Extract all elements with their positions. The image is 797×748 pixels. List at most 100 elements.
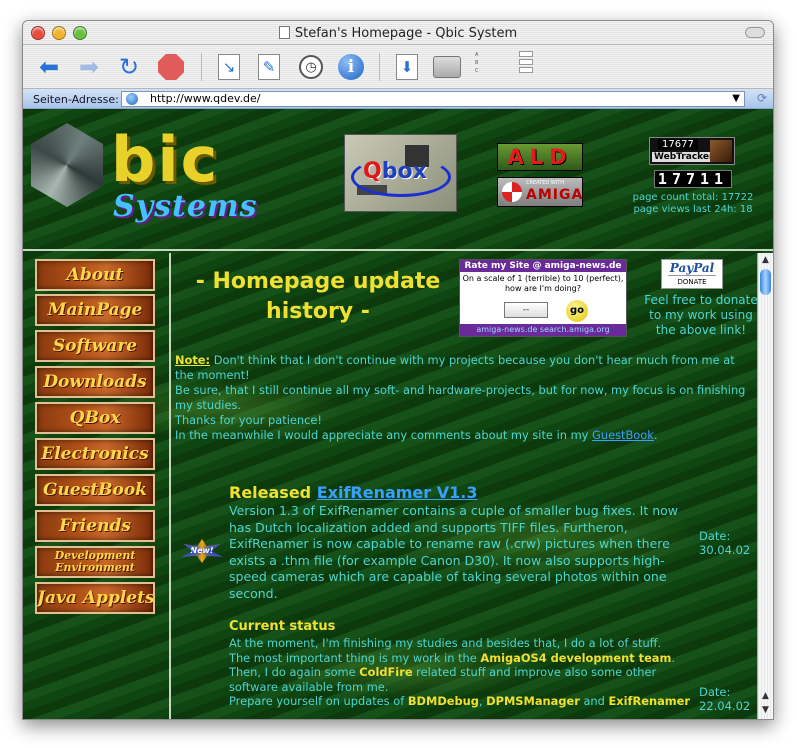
release-date-value: 30.04.02 [699,543,751,557]
browser-window: Stefan's Homepage - Qbic System ⬅ ➡ ↻ ↘ … [22,20,774,720]
nav-electronics[interactable]: Electronics [35,438,155,470]
nav-java-applets[interactable]: Java Applets [35,582,155,614]
note-line1: Don't think that I don't continue with m… [175,353,735,382]
donate-text: Feel free to donate to my work using the… [644,293,757,337]
toolbar-separator [379,53,380,81]
paypal-logo: PayPal [669,261,715,275]
back-button[interactable]: ⬅ [33,51,65,83]
qbox-label: Qbox [363,159,427,184]
qbic-cube-logo[interactable] [31,123,103,207]
scroll-down-arrow-icon[interactable]: ▼ [758,705,773,717]
qbox-label-q: Q [363,159,382,184]
page-title-line2: history - [266,299,370,324]
home-button[interactable]: ↘ [213,51,245,83]
nav-guestbook[interactable]: GuestBook [35,474,155,506]
release-date-label: Date: [699,529,731,543]
document-icon [278,26,290,39]
web-content: bic Systems Qbox ALD CREATED WITH AMIGA … [23,109,773,719]
text-size-field[interactable] [519,59,533,65]
text-size-label: A [475,52,479,58]
history-button[interactable]: ◷ [295,51,327,83]
nav-friends[interactable]: Friends [35,510,155,542]
autofill-icon: ✎ [258,54,280,80]
release-prefix: Released [229,483,317,502]
site-banner: bic Systems Qbox ALD CREATED WITH AMIGA … [23,109,773,251]
note-line2: Be sure, that I still continue all my so… [175,383,746,412]
toolbar: ⬅ ➡ ↻ ↘ ✎ ◷ i ⬇ A B C [23,45,773,89]
autofill-button[interactable]: ✎ [253,51,285,83]
nav-software[interactable]: Software [35,330,155,362]
status-line4: Prepare yourself on updates of [229,694,408,708]
download-button[interactable]: ⬇ [391,51,423,83]
page-title-line1: - Homepage update [195,269,441,294]
download-icon: ⬇ [396,54,418,80]
tracker-label: WebTracker [652,152,716,162]
address-bar: Seiten-Adresse: http://www.qdev.de/ ▼ ⟳ [23,89,773,109]
tracker-icon [710,140,732,162]
printer-icon [433,56,461,78]
scroll-thumb[interactable] [760,269,771,295]
exifrenamer-link[interactable]: ExifRenamer V1.3 [317,483,478,502]
amiga-created-text: CREATED WITH [526,180,565,186]
status-heading: Current status [229,619,336,634]
url-text: http://www.qdev.de/ [150,92,261,105]
url-field[interactable]: http://www.qdev.de/ ▼ [121,91,745,107]
scroll-up-arrow-icon[interactable]: ▲ [758,255,773,267]
status-line3: Then, I do again some [229,665,360,679]
status-date-value: 22.04.02 [699,699,751,713]
ald-banner[interactable]: ALD [497,143,583,171]
release-body: Version 1.3 of ExifRenamer contains a cu… [229,503,679,601]
amiga-text: AMIGA [526,187,584,203]
window-title: Stefan's Homepage - Qbic System [23,26,773,41]
rate-footer-links[interactable]: amiga-news.de search.amiga.org [460,324,626,336]
forward-button[interactable]: ➡ [73,51,105,83]
window-title-text: Stefan's Homepage - Qbic System [294,26,518,41]
status-date-label: Date: [699,685,731,699]
status-line1: At the moment, I'm finishing my studies … [229,636,662,650]
guestbook-link[interactable]: GuestBook [592,428,654,442]
nav-development-environment[interactable]: Development Environment [35,546,155,578]
scroll-up-arrow-icon[interactable]: ▲ [758,691,773,703]
nav-qbox[interactable]: QBox [35,402,155,434]
clock-icon: ◷ [299,55,323,79]
vertical-scrollbar[interactable]: ▲ ▲ ▼ [757,253,773,719]
boing-ball-icon [502,182,522,202]
stats-24h: page views last 24h: 18 [633,204,753,215]
toolbar-toggle-button[interactable] [745,27,765,38]
chevron-down-icon[interactable]: ▼ [732,92,740,106]
info-button[interactable]: i [335,51,367,83]
text-size-control[interactable]: A B C [475,51,533,83]
nav-mainpage[interactable]: MainPage [35,294,155,326]
note-line4: In the meanwhile I would appreciate any … [175,428,593,442]
note-line3: Thanks for your patience! [175,413,322,427]
rate-go-button[interactable]: go [566,300,588,322]
reload-button[interactable]: ↻ [113,51,145,83]
forward-arrow-icon: ➡ [78,53,100,81]
stop-button[interactable] [155,51,187,83]
title-bar: Stefan's Homepage - Qbic System [23,21,773,45]
status-line3-bold: ColdFire [359,665,413,679]
qbox-label-rest: box [381,159,427,184]
status-line2-bold: AmigaOS4 development team [480,650,672,665]
rating-select[interactable]: -- [504,302,548,318]
rate-question: On a scale of 1 (terrible) to 10 (perfec… [462,274,624,293]
logo-text: bic [111,123,220,196]
amiga-banner[interactable]: CREATED WITH AMIGA [497,177,583,207]
paypal-donate-button[interactable]: PayPal DONATE [661,259,723,289]
print-button[interactable] [431,51,463,83]
text-size-label: B [475,60,479,66]
status-date: Date: 22.04.02 [699,685,750,713]
webtracker-badge[interactable]: 17677 WebTracker [649,137,735,165]
info-icon: i [338,54,364,80]
reload-icon: ↻ [118,53,140,81]
home-icon: ↘ [218,54,240,80]
text-size-field[interactable] [519,67,533,73]
go-icon[interactable]: ⟳ [757,91,767,105]
nav-downloads[interactable]: Downloads [35,366,155,398]
qbox-banner[interactable]: Qbox [344,134,457,212]
nav-about[interactable]: About [35,259,155,291]
text-size-field[interactable] [519,51,533,57]
tracker-number: 17677 [658,139,698,150]
rate-header: Rate my Site @ amiga-news.de [460,260,626,272]
donate-label: DONATE [668,275,716,288]
